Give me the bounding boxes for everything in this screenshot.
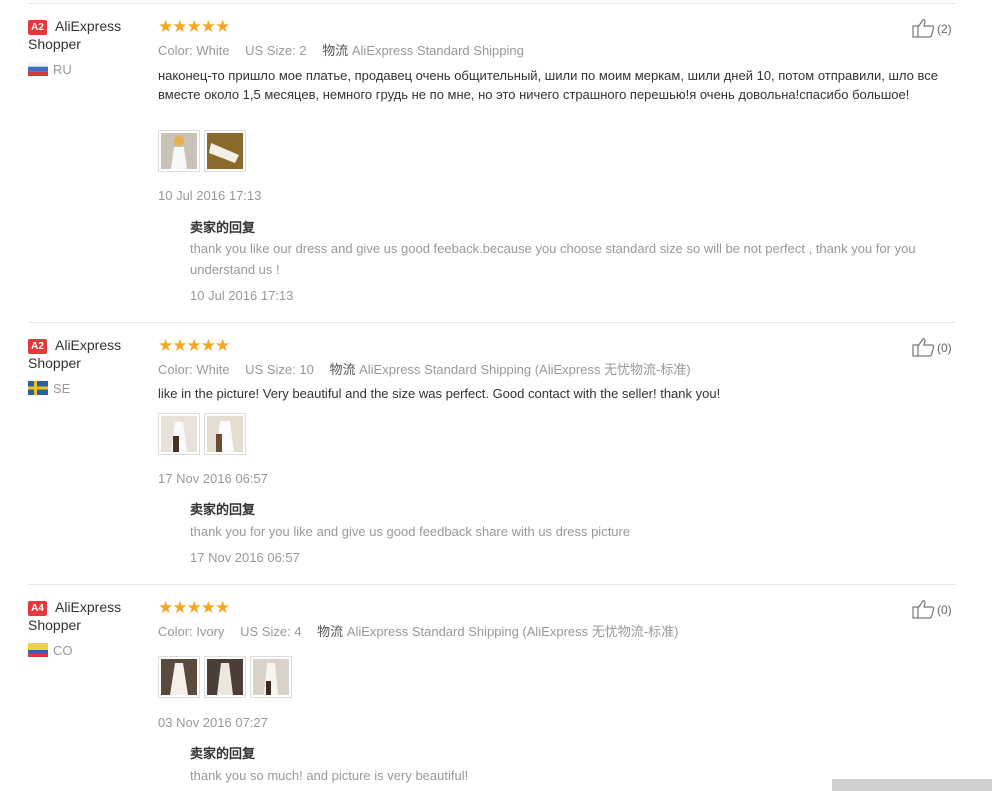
size-label: US Size: [245, 43, 296, 58]
flag-ru-icon [28, 62, 48, 76]
helpful-button[interactable]: (0) [912, 337, 952, 357]
size-label: US Size: [245, 362, 296, 377]
review-item: A2 AliExpress Shopper SE ★★★★★ Color: Wh… [0, 336, 1000, 577]
seller-reply-title: 卖家的回复 [190, 746, 256, 761]
review-item: A4 AliExpress Shopper CO ★★★★★ Color: Iv… [0, 598, 1000, 791]
order-attributes: Color: White US Size: 2 物流 AliExpress St… [158, 40, 524, 59]
seller-reply-text: thank you for you like and give us good … [190, 524, 631, 539]
review-date: 03 Nov 2016 07:27 [158, 715, 268, 730]
order-attributes: Color: Ivory US Size: 4 物流 AliExpress St… [158, 621, 678, 640]
country-code: RU [53, 62, 72, 77]
photo-thumbnail-icon [161, 416, 197, 452]
review-photos [158, 130, 250, 172]
helpful-button[interactable]: (0) [912, 599, 952, 619]
review-date: 17 Nov 2016 06:57 [158, 471, 268, 486]
color-value: White [196, 362, 230, 377]
top-divider [28, 3, 956, 4]
review-photo[interactable] [204, 413, 246, 455]
color-label: Color: [158, 43, 193, 58]
photo-thumbnail-icon [161, 133, 197, 169]
reviewer-info: A2 AliExpress Shopper RU [28, 18, 148, 77]
helpful-count: (0) [937, 341, 952, 355]
size-label: US Size: [240, 624, 291, 639]
horizontal-scrollbar[interactable] [832, 779, 992, 791]
photo-thumbnail-icon [161, 659, 197, 695]
seller-reply-text: thank you like our dress and give us goo… [190, 241, 916, 277]
shipping-label: 物流 [329, 362, 356, 377]
photo-thumbnail-icon [207, 416, 243, 452]
review-divider [28, 322, 956, 323]
thumbs-up-icon [912, 19, 935, 38]
shipping-label: 物流 [322, 43, 349, 58]
review-text: наконец-то пришло мое платье, продавец о… [158, 68, 938, 102]
star-rating: ★★★★★ [158, 17, 230, 36]
reviewer-country: SE [28, 381, 70, 396]
buyer-level-badge: A2 [28, 20, 47, 35]
buyer-level-badge: A4 [28, 601, 47, 616]
photo-thumbnail-icon [253, 659, 289, 695]
review-photo[interactable] [250, 656, 292, 698]
size-value: 2 [299, 43, 307, 58]
buyer-level-badge: A2 [28, 339, 47, 354]
shipping-value: AliExpress Standard Shipping (AliExpress… [359, 362, 691, 377]
review-photo[interactable] [158, 413, 200, 455]
country-code: SE [53, 381, 71, 396]
reviewer-name[interactable]: AliExpress [55, 337, 121, 353]
shipping-value: AliExpress Standard Shipping [351, 43, 524, 58]
review-text: like in the picture! Very beautiful and … [158, 386, 721, 401]
thumbs-up-icon [912, 338, 935, 357]
seller-reply-date: 10 Jul 2016 17:13 [190, 288, 294, 303]
color-label: Color: [158, 362, 193, 377]
shipping-label: 物流 [317, 624, 344, 639]
reviewer-name[interactable]: AliExpress [55, 18, 121, 34]
helpful-count: (2) [937, 22, 952, 36]
reviewer-country: RU [28, 62, 72, 77]
reviewer-info: A4 AliExpress Shopper CO [28, 599, 148, 658]
review-photo[interactable] [158, 656, 200, 698]
size-value: 4 [294, 624, 302, 639]
reviewer-role: Shopper [28, 355, 81, 371]
color-value: Ivory [196, 624, 225, 639]
shipping-value: AliExpress Standard Shipping (AliExpress… [346, 624, 679, 639]
helpful-button[interactable]: (2) [912, 18, 952, 38]
country-code: CO [53, 643, 73, 658]
flag-se-icon [28, 381, 48, 395]
reviewer-info: A2 AliExpress Shopper SE [28, 337, 148, 396]
thumbs-up-icon [912, 600, 935, 619]
order-attributes: Color: White US Size: 10 物流 AliExpress S… [158, 359, 691, 378]
reviewer-role: Shopper [28, 617, 81, 633]
color-label: Color: [158, 624, 193, 639]
reviewer-name[interactable]: AliExpress [55, 599, 121, 615]
star-rating: ★★★★★ [158, 598, 230, 617]
seller-reply-title: 卖家的回复 [190, 502, 256, 517]
reviewer-country: CO [28, 643, 73, 658]
reviewer-role: Shopper [28, 36, 81, 52]
review-photo[interactable] [158, 130, 200, 172]
review-divider [28, 584, 956, 585]
helpful-count: (0) [937, 603, 952, 617]
review-date: 10 Jul 2016 17:13 [158, 188, 262, 203]
seller-reply-title: 卖家的回复 [190, 220, 256, 235]
review-photo[interactable] [204, 130, 246, 172]
color-value: White [196, 43, 230, 58]
flag-co-icon [28, 643, 48, 657]
size-value: 10 [299, 362, 314, 377]
review-photos [158, 413, 250, 455]
star-rating: ★★★★★ [158, 336, 230, 355]
review-photos [158, 656, 296, 698]
seller-reply-date: 17 Nov 2016 06:57 [190, 550, 300, 565]
photo-thumbnail-icon [207, 659, 243, 695]
review-item: A2 AliExpress Shopper RU ★★★★★ Color: Wh… [0, 17, 1000, 318]
photo-thumbnail-icon [207, 133, 243, 169]
review-photo[interactable] [204, 656, 246, 698]
